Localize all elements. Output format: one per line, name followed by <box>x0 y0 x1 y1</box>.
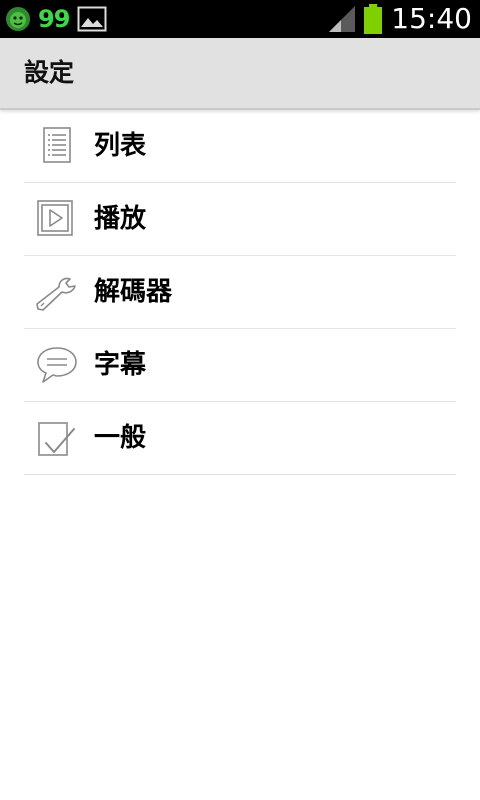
list-item-general[interactable]: 一般 <box>24 402 456 475</box>
battery-icon <box>357 4 383 34</box>
checkbox-check-icon <box>34 417 80 459</box>
list-item-label: 一般 <box>94 423 147 453</box>
battery-level-text: 99 <box>38 5 70 33</box>
lion-face-icon <box>4 5 32 33</box>
signal-strength-icon <box>327 5 357 33</box>
list-item-list[interactable]: 列表 <box>24 110 456 183</box>
list-item-label: 字幕 <box>94 350 147 380</box>
list-item-decoder[interactable]: 解碼器 <box>24 256 456 329</box>
list-document-icon <box>34 125 80 167</box>
status-bar: 99 15:40 <box>0 0 480 38</box>
screen: 99 15:40 設定 列表 播放 解碼器 字幕 一般 <box>0 0 480 800</box>
speech-bubble-icon <box>34 344 80 386</box>
action-bar: 設定 <box>0 38 480 110</box>
wrench-icon <box>34 271 80 313</box>
clock-time: 15:40 <box>391 2 472 35</box>
list-item-label: 播放 <box>94 204 147 234</box>
play-icon <box>34 198 80 240</box>
status-left: 99 <box>4 4 107 34</box>
list-item-label: 列表 <box>94 131 147 161</box>
list-item-playback[interactable]: 播放 <box>24 183 456 256</box>
status-right: 15:40 <box>327 2 472 36</box>
list-item-subtitle[interactable]: 字幕 <box>24 329 456 402</box>
settings-list: 列表 播放 解碼器 字幕 一般 <box>24 110 456 475</box>
gallery-image-icon <box>69 6 107 32</box>
list-item-label: 解碼器 <box>94 277 173 307</box>
page-title: 設定 <box>24 58 75 87</box>
